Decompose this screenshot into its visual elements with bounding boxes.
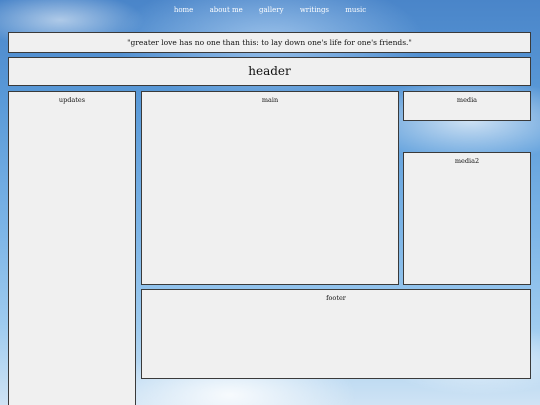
media-panel: media [403, 91, 531, 121]
updates-panel: updates [8, 91, 136, 405]
nav-link-home[interactable]: home [174, 6, 194, 14]
updates-title: updates [58, 96, 86, 104]
header-title: header [248, 64, 291, 78]
quote-text: "greater love has no one than this: to l… [127, 38, 412, 47]
main-panel: main [141, 91, 399, 285]
footer-title: footer [326, 294, 346, 302]
quote-banner: "greater love has no one than this: to l… [8, 32, 531, 53]
nav-link-about-me[interactable]: about me [210, 6, 243, 14]
nav-link-gallery[interactable]: gallery [259, 6, 284, 14]
footer-panel: footer [141, 289, 531, 379]
nav-link-writings[interactable]: writings [300, 6, 329, 14]
media2-title: media2 [454, 157, 480, 165]
nav-link-music[interactable]: music [345, 6, 366, 14]
top-navigation: home about me gallery writings music [0, 0, 540, 22]
media2-panel: media2 [403, 152, 531, 285]
header-box: header [8, 57, 531, 86]
main-title: main [261, 96, 279, 104]
media-title: media [456, 96, 478, 104]
